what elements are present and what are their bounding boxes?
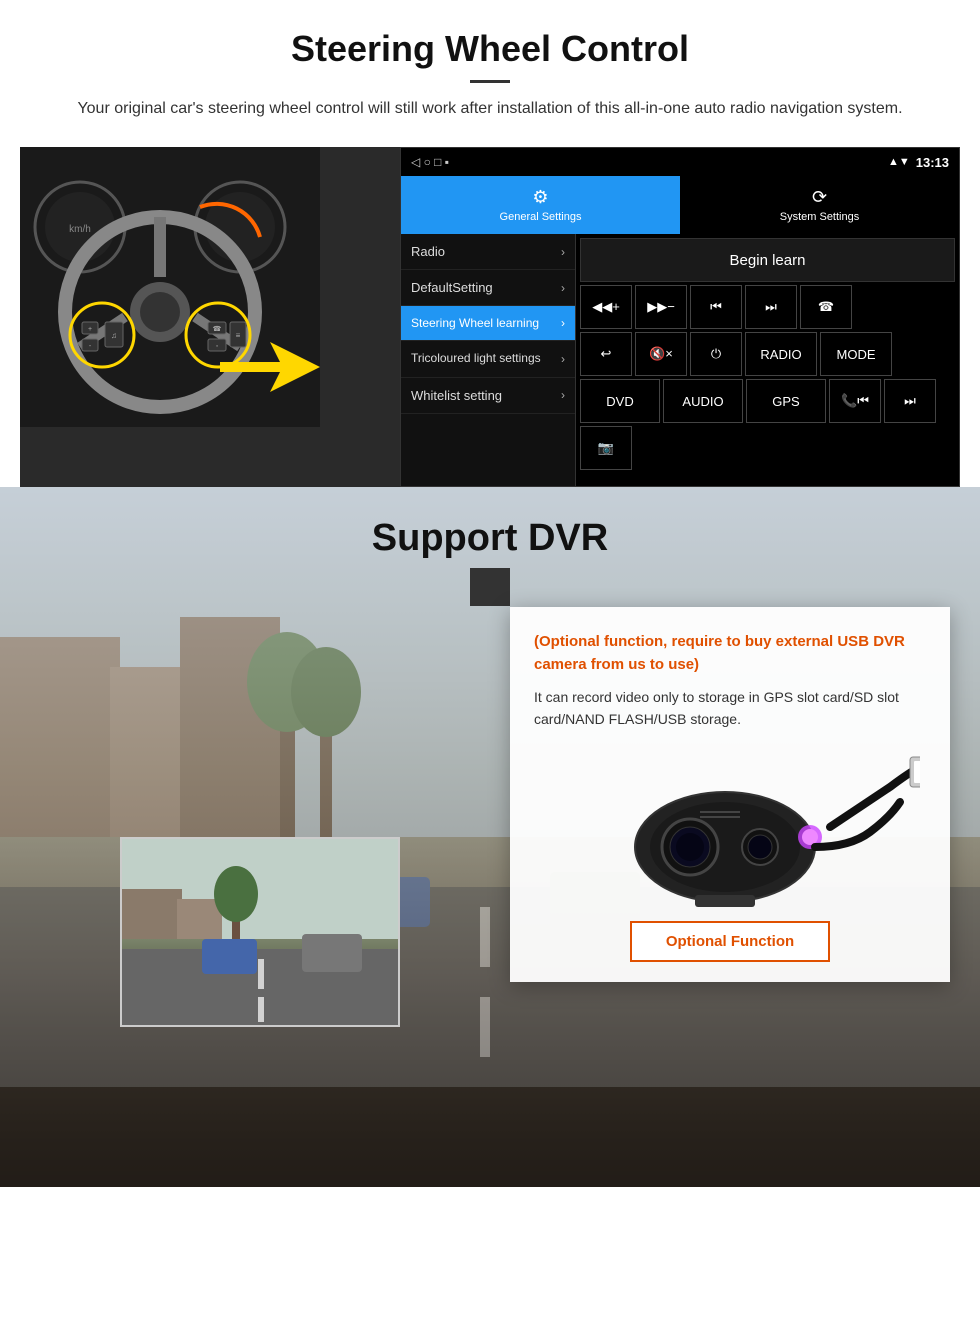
menu-item-default-label: DefaultSetting <box>411 280 493 295</box>
status-time: 13:13 <box>916 155 949 170</box>
steering-container: km/h + - ♫ <box>20 147 960 487</box>
menu-item-light[interactable]: Tricoloured light settings › <box>401 341 575 378</box>
control-row-3: DVD AUDIO GPS 📞⏮ ⏭ <box>580 379 955 423</box>
control-row-4: 📷 <box>580 426 955 470</box>
radio-button[interactable]: RADIO <box>745 332 817 376</box>
tab-general-label: General Settings <box>500 211 582 223</box>
dvr-preview-inner <box>122 839 398 1025</box>
phone-button[interactable]: ☎ <box>800 285 852 329</box>
svg-text:+: + <box>88 326 92 333</box>
dvr-optional-note: (Optional function, require to buy exter… <box>534 631 926 676</box>
steering-wheel-svg: km/h + - ♫ <box>20 147 320 427</box>
dvr-background: Support DVR (Optional function, require … <box>0 487 980 1187</box>
dvr-camera-image <box>534 747 926 907</box>
steering-section-header: Steering Wheel Control Your original car… <box>0 0 980 131</box>
menu-item-light-label: Tricoloured light settings <box>411 351 541 367</box>
dvr-title: Support DVR <box>0 517 980 560</box>
svg-text:≡: ≡ <box>236 331 241 340</box>
nav-back: ◁ ○ □ ▪ <box>411 155 449 169</box>
steering-image: km/h + - ♫ <box>20 147 400 487</box>
dvr-info-card: (Optional function, require to buy exter… <box>510 607 950 982</box>
gear-icon: ⚙ <box>532 187 548 208</box>
next-button[interactable]: ⏭ <box>745 285 797 329</box>
tab-system-label: System Settings <box>780 211 859 223</box>
begin-learn-area: Begin learn <box>580 238 955 282</box>
arrow-icon: › <box>561 352 565 366</box>
menu-item-steering-label: Steering Wheel learning <box>411 316 539 330</box>
mode-button[interactable]: MODE <box>820 332 892 376</box>
begin-learn-row: Begin learn <box>580 238 955 282</box>
dvd-button[interactable]: DVD <box>580 379 660 423</box>
prev-button[interactable]: ⏮ <box>690 285 742 329</box>
menu-item-whitelist-label: Whitelist setting <box>411 388 502 403</box>
begin-learn-label: Begin learn <box>730 252 806 269</box>
arrow-icon: › <box>561 316 565 330</box>
extra-button[interactable]: 📷 <box>580 426 632 470</box>
optional-function-button[interactable]: Optional Function <box>630 921 830 962</box>
dvr-preview-image <box>120 837 400 1027</box>
settings-tabs: ⚙ General Settings ⟳ System Settings <box>401 176 959 234</box>
control-row-1: ◀◀+ ▶▶− ⏮ ⏭ ☎ <box>580 285 955 329</box>
android-ui-panel: ◁ ○ □ ▪ ▲▼ 13:13 ⚙ General Settings ⟳ Sy… <box>400 147 960 487</box>
menu-item-radio[interactable]: Radio › <box>401 234 575 270</box>
android-statusbar: ◁ ○ □ ▪ ▲▼ 13:13 <box>401 148 959 176</box>
svg-text:◦: ◦ <box>216 343 218 350</box>
dvr-preview-svg <box>122 839 400 1027</box>
steering-description: Your original car's steering wheel contr… <box>60 97 920 121</box>
audio-button[interactable]: AUDIO <box>663 379 743 423</box>
dvr-header: Support DVR <box>0 487 980 614</box>
status-signal: ▲▼ <box>888 156 910 168</box>
arrow-icon: › <box>561 281 565 295</box>
button-grid: Begin learn ◀◀+ ▶▶− ⏮ ⏭ <box>576 234 959 486</box>
hangup-button[interactable]: ↩ <box>580 332 632 376</box>
dvr-section: Support DVR (Optional function, require … <box>0 487 980 1187</box>
call-prev-button[interactable]: 📞⏮ <box>829 379 881 423</box>
menu-item-whitelist[interactable]: Whitelist setting › <box>401 378 575 414</box>
dvr-description: It can record video only to storage in G… <box>534 686 926 731</box>
svg-text:♫: ♫ <box>111 331 117 340</box>
menu-panel: Radio › DefaultSetting › Steering Wheel … <box>401 234 959 486</box>
steering-divider <box>470 80 510 83</box>
arrow-icon: › <box>561 245 565 259</box>
svg-text:☎: ☎ <box>213 325 222 333</box>
steering-title: Steering Wheel Control <box>60 28 920 70</box>
power-button[interactable]: ⏻ <box>690 332 742 376</box>
menu-list: Radio › DefaultSetting › Steering Wheel … <box>401 234 576 486</box>
menu-item-steering[interactable]: Steering Wheel learning › <box>401 306 575 341</box>
call-next-button[interactable]: ⏭ <box>884 379 936 423</box>
tab-general[interactable]: ⚙ General Settings <box>401 176 680 234</box>
vol-plus-button[interactable]: ◀◀+ <box>580 285 632 329</box>
system-icon: ⟳ <box>812 187 827 208</box>
dvr-camera-svg <box>540 747 920 907</box>
menu-item-default[interactable]: DefaultSetting › <box>401 270 575 306</box>
svg-text:km/h: km/h <box>69 224 91 235</box>
control-row-2: ↩ 🔇× ⏻ RADIO MODE <box>580 332 955 376</box>
arrow-icon: › <box>561 388 565 402</box>
vol-minus-button[interactable]: ▶▶− <box>635 285 687 329</box>
mute-button[interactable]: 🔇× <box>635 332 687 376</box>
dvr-divider <box>470 568 510 606</box>
tab-system[interactable]: ⟳ System Settings <box>680 176 959 234</box>
gps-button[interactable]: GPS <box>746 379 826 423</box>
menu-item-radio-label: Radio <box>411 244 445 259</box>
